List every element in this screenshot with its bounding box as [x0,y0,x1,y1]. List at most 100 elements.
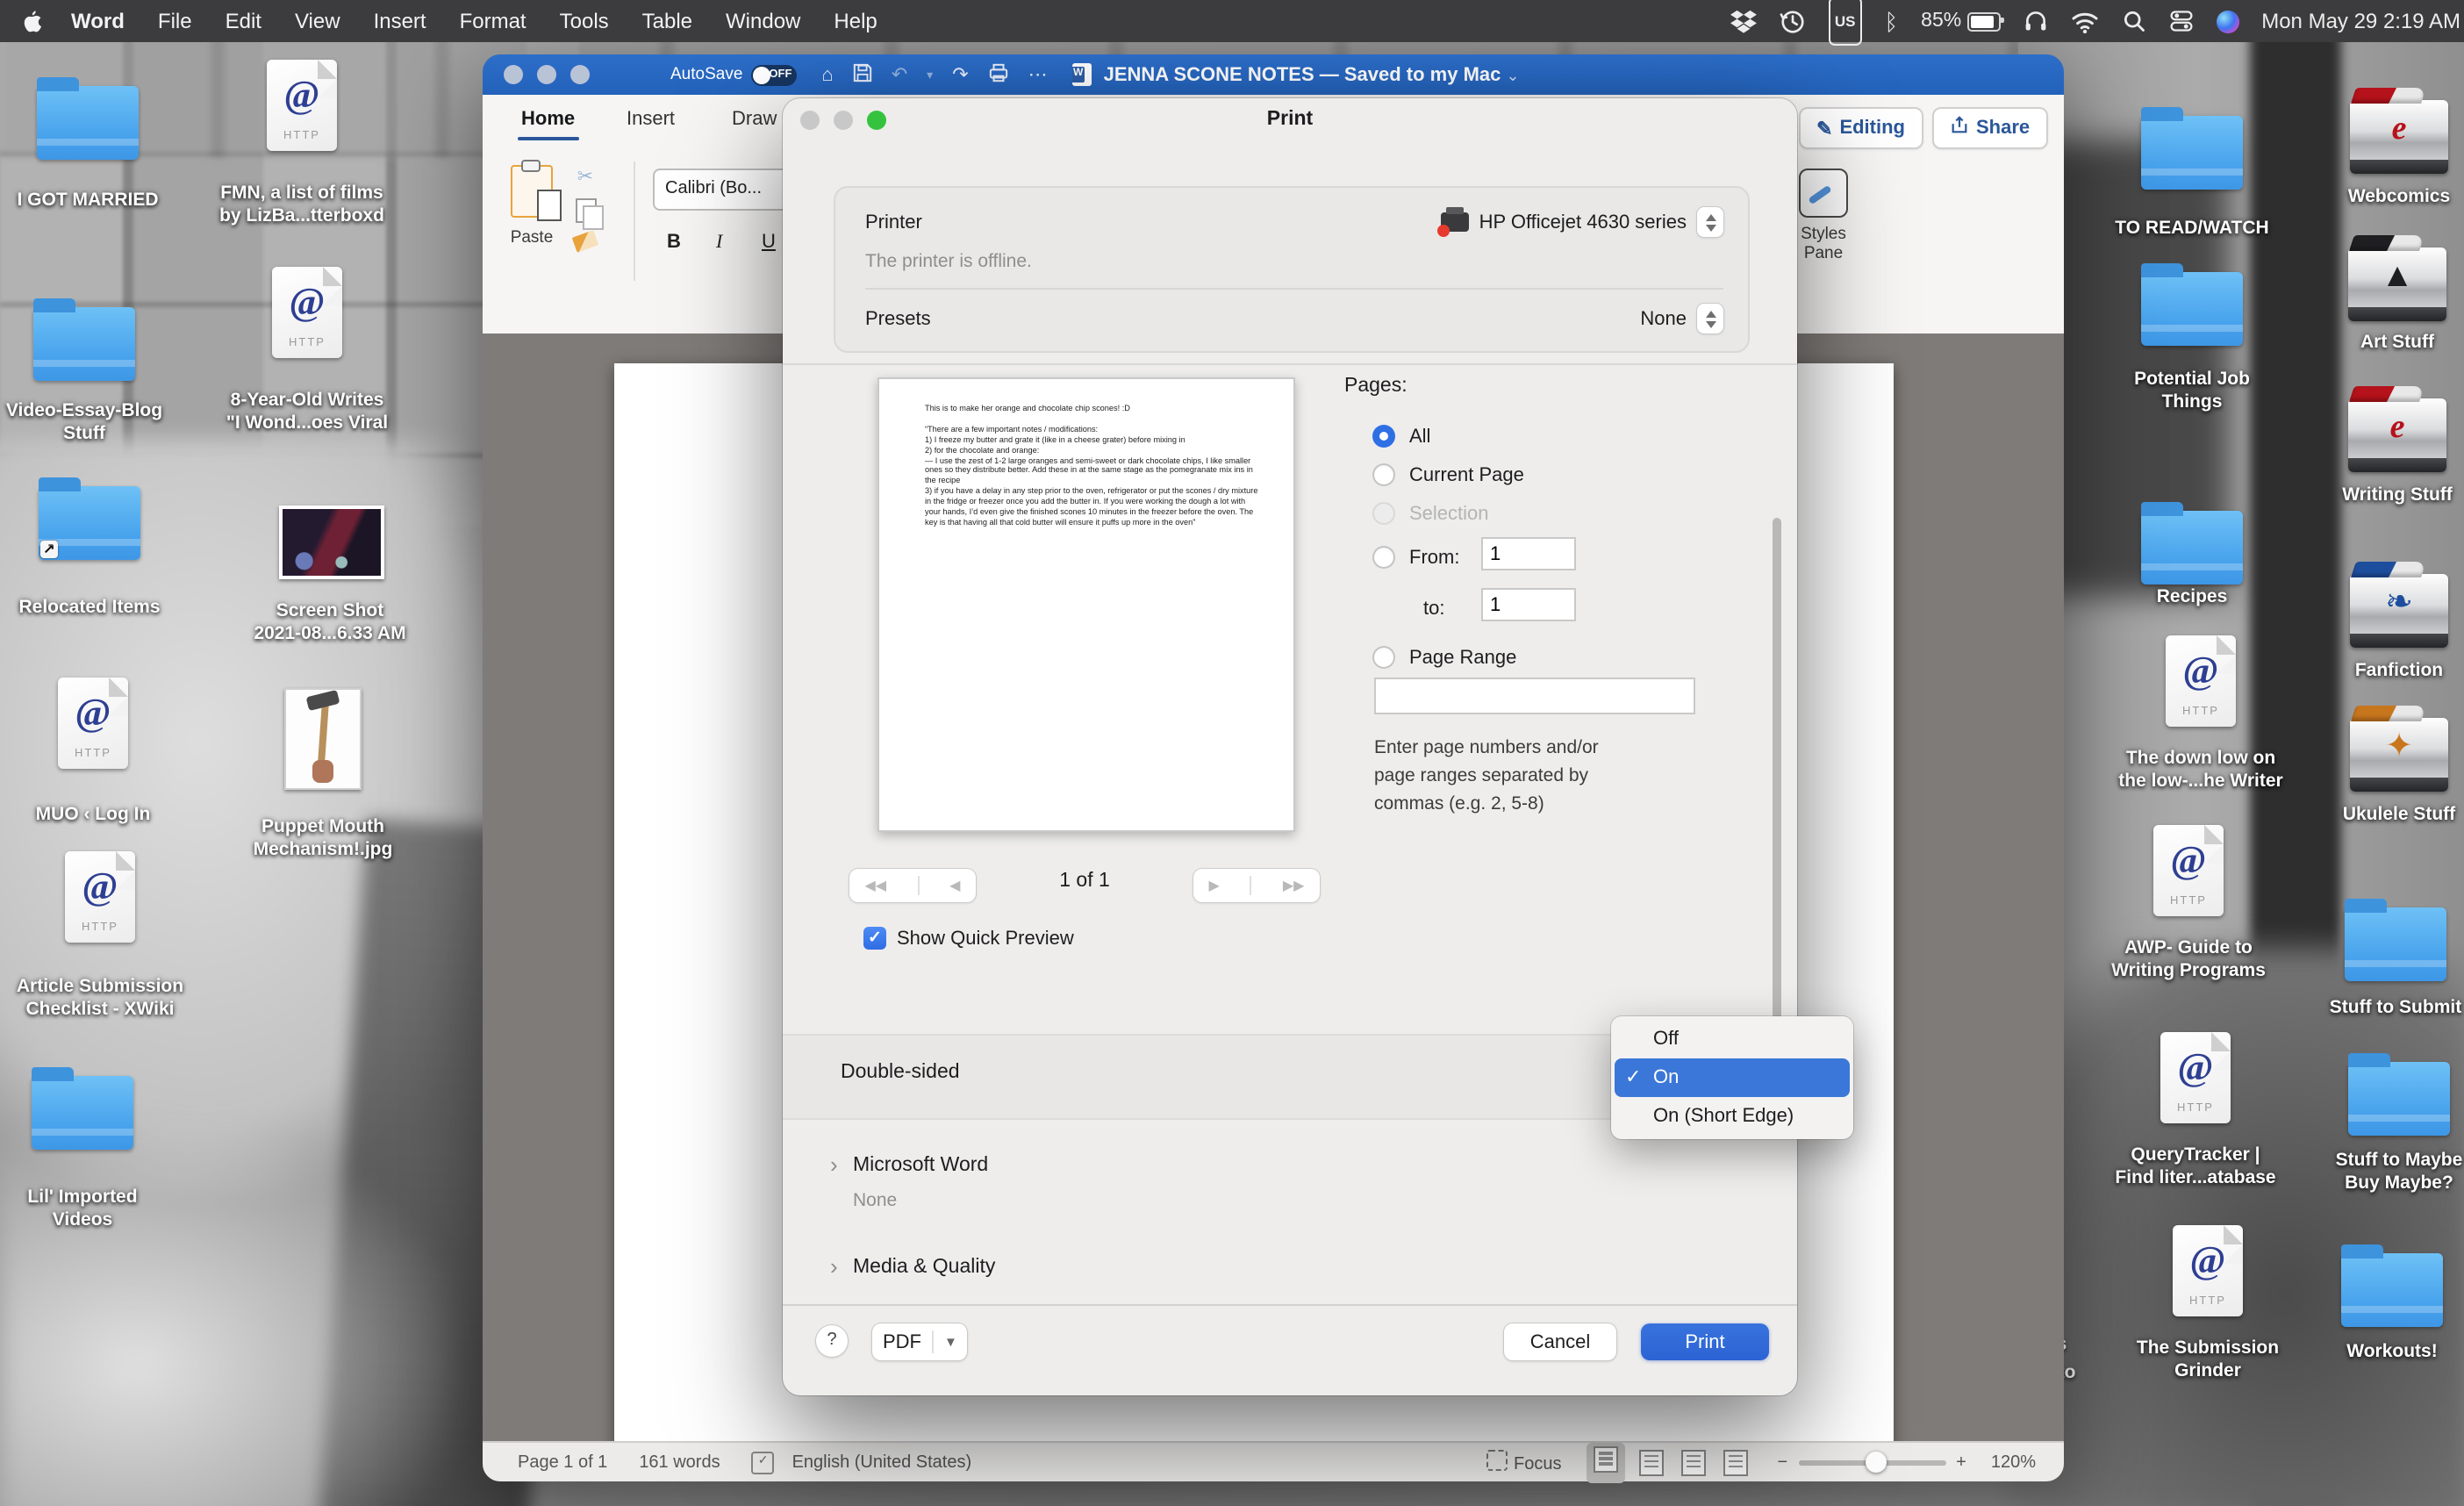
tab-insert[interactable]: Insert [627,109,675,130]
wifi-icon[interactable] [2070,0,2098,42]
folder-to-read-watch-icon[interactable] [2141,116,2243,190]
undo-chevron-icon[interactable]: ▾ [927,68,933,82]
format-painter-icon[interactable] [572,230,599,253]
help-button[interactable]: ? [816,1325,848,1357]
radio-current-page-label[interactable]: Current Page [1409,465,1524,486]
minimize-button[interactable] [537,65,556,84]
tab-draw[interactable]: Draw [732,109,777,130]
presets-stepper-icon[interactable] [1697,304,1723,333]
folder-lil-imported-videos-icon[interactable] [32,1076,133,1150]
printer-stepper-icon[interactable] [1697,207,1723,237]
menu-item-word[interactable]: Word [54,9,141,33]
bluetooth-icon[interactable]: ᛒ [1885,0,1899,42]
folder-writing-stuff-label[interactable]: Writing Stuff [2283,484,2464,507]
focus-toggle[interactable]: Focus [1486,1450,1561,1474]
menu-option-off[interactable]: Off [1615,1020,1850,1058]
word-titlebar[interactable]: AutoSave OFF ⌂ ↶ ▾ ↷ ⋯ JENNA SCONE NOTES [483,54,2064,95]
share-button[interactable]: Share [1932,107,2047,149]
image-puppet-mouth-label[interactable]: Puppet Mouth Mechanism!.jpg [209,816,437,862]
webloc-article-submission-checklist-icon[interactable]: @HTTP [65,851,135,943]
underline-button[interactable]: U [762,232,776,253]
battery-indicator[interactable]: 85% [1921,0,2000,42]
webloc-muo-log-in-label[interactable]: MUO ‹ Log In [0,804,207,827]
home-icon[interactable]: ⌂ [821,64,833,85]
folder-ukulele-stuff-icon[interactable]: ✦ [2350,718,2448,792]
menu-item-table[interactable]: Table [626,9,709,33]
folder-art-stuff-label[interactable]: Art Stuff [2283,332,2464,355]
nav-next-buttons[interactable]: ▶▶▶ [1193,869,1320,902]
presets-select[interactable]: None [1640,304,1723,333]
copy-icon[interactable] [575,198,596,223]
apple-logo-icon[interactable] [11,0,54,42]
menu-item-insert[interactable]: Insert [357,9,443,33]
webloc-querytracker-label[interactable]: QueryTracker | Find liter...atabase [2081,1144,2310,1190]
radio-current-page[interactable] [1372,463,1395,486]
folder-fanfiction-label[interactable]: Fanfiction [2285,660,2464,683]
folder-webcomics-icon[interactable]: e [2350,100,2448,174]
undo-icon[interactable]: ↶ [892,63,907,86]
font-name-select[interactable]: Calibri (Bo... [653,169,797,211]
folder-video-essay-blog-stuff-icon[interactable] [33,307,135,381]
folder-recipes-label[interactable]: Recipes [2078,586,2306,609]
keyboard-layout-badge[interactable]: US [1829,0,1862,46]
section-microsoft-word[interactable]: Microsoft Word [853,1155,988,1176]
from-page-input[interactable] [1481,537,1576,570]
siri-icon[interactable] [2216,10,2238,32]
menu-item-file[interactable]: File [141,9,209,33]
folder-stuff-to-submit-icon[interactable] [2345,907,2446,981]
section-media-quality[interactable]: Media & Quality [853,1257,995,1278]
folder-to-read-watch-label[interactable]: TO READ/WATCH [2078,218,2306,240]
zoom-percent[interactable]: 120% [1991,1452,2036,1472]
autosave-toggle[interactable]: OFF [751,64,797,85]
radio-all[interactable] [1372,425,1395,448]
language-status[interactable]: English (United States) [792,1452,972,1472]
more-icon[interactable]: ⋯ [1028,63,1048,86]
webloc-querytracker-icon[interactable]: @HTTP [2160,1032,2231,1123]
spellcheck-icon[interactable]: ✓ [752,1451,775,1474]
cut-icon[interactable]: ✂ [577,165,593,188]
folder-relocated-items-label[interactable]: Relocated Items [0,597,204,620]
word-count[interactable]: 161 words [639,1452,720,1472]
webloc-fmn-letterboxd-label[interactable]: FMN, a list of films by LizBa...tterboxd [188,183,416,228]
menu-option-on-short-edge-[interactable]: On (Short Edge) [1615,1097,1850,1136]
folder-webcomics-label[interactable]: Webcomics [2285,186,2464,209]
radio-from[interactable] [1372,546,1395,569]
folder-stuff-to-submit-label[interactable]: Stuff to Submit [2281,997,2464,1020]
menu-item-help[interactable]: Help [817,9,893,33]
menu-item-view[interactable]: View [278,9,357,33]
next-page-icon[interactable]: ▶ [1209,878,1220,893]
tab-home[interactable]: Home [521,109,575,130]
image-screen-shot-label[interactable]: Screen Shot 2021-08...6.33 AM [216,600,444,646]
folder-potential-job-things-icon[interactable] [2141,272,2243,346]
webloc-the-down-low-label[interactable]: The down low on the low-...he Writer [2087,748,2315,793]
menu-item-tools[interactable]: Tools [543,9,626,33]
page-count[interactable]: Page 1 of 1 [518,1452,607,1472]
folder-stuff-to-maybe-buy-icon[interactable] [2348,1062,2450,1136]
quick-preview-label[interactable]: Show Quick Preview [897,929,1074,950]
radio-all-label[interactable]: All [1409,427,1430,448]
autosave-control[interactable]: AutoSave OFF [670,64,797,85]
webloc-muo-log-in-icon[interactable]: @HTTP [58,678,128,769]
folder-workouts-icon[interactable] [2341,1253,2443,1327]
print-icon[interactable] [988,62,1009,87]
spotlight-icon[interactable] [2121,0,2145,42]
webloc-the-down-low-icon[interactable]: @HTTP [2166,635,2236,727]
folder-i-got-married-icon[interactable] [37,86,139,160]
zoom-in-button[interactable]: + [1956,1452,1966,1472]
webloc-article-submission-checklist-label[interactable]: Article Submission Checklist - XWiki [0,976,214,1022]
folder-relocated-items-icon[interactable]: ↗ [39,486,140,560]
printer-select[interactable]: HP Officejet 4630 series [1441,207,1723,237]
save-icon[interactable] [853,62,872,87]
quick-preview-checkbox[interactable]: ✓ [863,927,886,950]
folder-potential-job-things-label[interactable]: Potential Job Things [2078,369,2306,414]
redo-icon[interactable]: ↷ [952,63,968,86]
webloc-awp-guide-label[interactable]: AWP- Guide to Writing Programs [2074,937,2303,983]
folder-fanfiction-icon[interactable]: ❧ [2350,574,2448,648]
webloc-8-year-old-writes-label[interactable]: 8-Year-Old Writes "I Wond...oes Viral [193,390,421,435]
editing-button[interactable]: ✎ Editing [1799,107,1923,149]
close-button[interactable] [504,65,523,84]
print-button[interactable]: Print [1641,1323,1769,1360]
paste-button[interactable]: Paste [500,165,563,247]
image-puppet-mouth-icon[interactable] [284,688,362,790]
to-page-input[interactable] [1481,588,1576,621]
